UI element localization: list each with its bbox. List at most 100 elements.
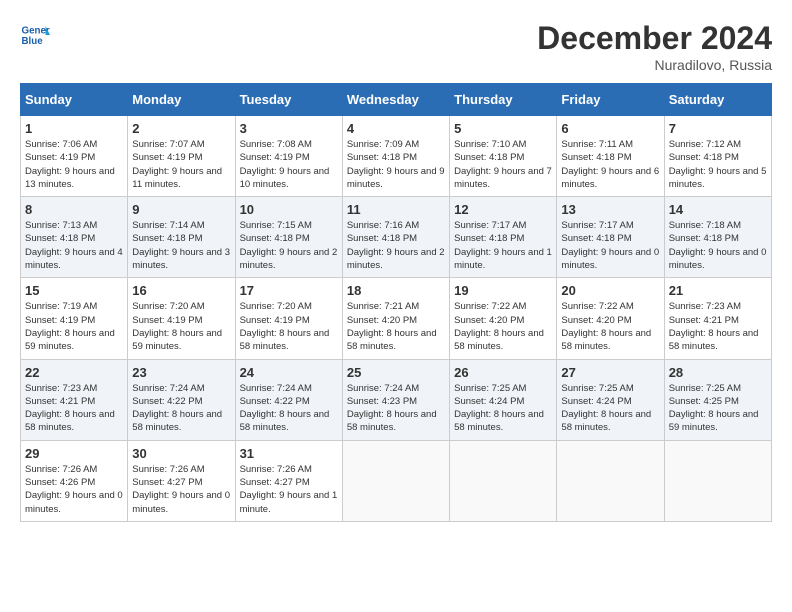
day-number: 19 [454, 283, 552, 298]
day-info: Sunrise: 7:24 AMSunset: 4:22 PMDaylight:… [132, 382, 230, 435]
logo: General Blue [20, 20, 54, 50]
logo-icon: General Blue [20, 20, 50, 50]
day-of-week-header: Friday [557, 84, 664, 116]
day-info: Sunrise: 7:10 AMSunset: 4:18 PMDaylight:… [454, 138, 552, 191]
calendar-week-row: 22 Sunrise: 7:23 AMSunset: 4:21 PMDayligh… [21, 359, 772, 440]
day-number: 31 [240, 446, 338, 461]
day-number: 20 [561, 283, 659, 298]
calendar-cell: 14 Sunrise: 7:18 AMSunset: 4:18 PMDayligh… [664, 197, 771, 278]
day-info: Sunrise: 7:16 AMSunset: 4:18 PMDaylight:… [347, 219, 445, 272]
calendar-cell: 22 Sunrise: 7:23 AMSunset: 4:21 PMDayligh… [21, 359, 128, 440]
day-number: 7 [669, 121, 767, 136]
day-number: 8 [25, 202, 123, 217]
day-number: 15 [25, 283, 123, 298]
day-info: Sunrise: 7:26 AMSunset: 4:26 PMDaylight:… [25, 463, 123, 516]
day-number: 10 [240, 202, 338, 217]
day-of-week-header: Thursday [450, 84, 557, 116]
calendar-cell: 10 Sunrise: 7:15 AMSunset: 4:18 PMDayligh… [235, 197, 342, 278]
calendar-week-row: 8Sunrise: 7:13 AMSunset: 4:18 PMDaylight… [21, 197, 772, 278]
calendar-cell: 27Sunrise: 7:25 AMSunset: 4:24 PMDayligh… [557, 359, 664, 440]
calendar-week-row: 15 Sunrise: 7:19 AMSunset: 4:19 PMDayligh… [21, 278, 772, 359]
day-number: 26 [454, 365, 552, 380]
calendar-cell: 28Sunrise: 7:25 AMSunset: 4:25 PMDayligh… [664, 359, 771, 440]
day-number: 6 [561, 121, 659, 136]
calendar-cell: 23Sunrise: 7:24 AMSunset: 4:22 PMDayligh… [128, 359, 235, 440]
calendar-cell [342, 440, 449, 521]
day-info: Sunrise: 7:17 AMSunset: 4:18 PMDaylight:… [561, 219, 659, 272]
calendar-cell: 11Sunrise: 7:16 AMSunset: 4:18 PMDayligh… [342, 197, 449, 278]
calendar-cell: 15 Sunrise: 7:19 AMSunset: 4:19 PMDayligh… [21, 278, 128, 359]
day-number: 5 [454, 121, 552, 136]
day-number: 18 [347, 283, 445, 298]
calendar-cell: 1 Sunrise: 7:06 AMSunset: 4:19 PMDaylight… [21, 116, 128, 197]
day-number: 4 [347, 121, 445, 136]
day-of-week-header: Sunday [21, 84, 128, 116]
calendar-cell: 19 Sunrise: 7:22 AMSunset: 4:20 PMDayligh… [450, 278, 557, 359]
day-info: Sunrise: 7:17 AMSunset: 4:18 PMDaylight:… [454, 219, 552, 272]
day-info: Sunrise: 7:24 AMSunset: 4:22 PMDaylight:… [240, 382, 338, 435]
day-number: 14 [669, 202, 767, 217]
day-info: Sunrise: 7:18 AMSunset: 4:18 PMDaylight:… [669, 219, 767, 272]
day-number: 3 [240, 121, 338, 136]
month-title: December 2024 [537, 20, 772, 57]
calendar-cell: 21Sunrise: 7:23 AMSunset: 4:21 PMDayligh… [664, 278, 771, 359]
day-info: Sunrise: 7:26 AMSunset: 4:27 PMDaylight:… [240, 463, 338, 516]
calendar-table: SundayMondayTuesdayWednesdayThursdayFrid… [20, 83, 772, 522]
calendar-cell: 20 Sunrise: 7:22 AMSunset: 4:20 PMDayligh… [557, 278, 664, 359]
calendar-week-row: 1 Sunrise: 7:06 AMSunset: 4:19 PMDaylight… [21, 116, 772, 197]
day-info: Sunrise: 7:14 AMSunset: 4:18 PMDaylight:… [132, 219, 230, 272]
day-of-week-header: Saturday [664, 84, 771, 116]
day-number: 28 [669, 365, 767, 380]
day-of-week-header: Monday [128, 84, 235, 116]
day-number: 1 [25, 121, 123, 136]
calendar-cell: 17Sunrise: 7:20 AMSunset: 4:19 PMDayligh… [235, 278, 342, 359]
day-info: Sunrise: 7:20 AMSunset: 4:19 PMDaylight:… [240, 300, 338, 353]
day-number: 29 [25, 446, 123, 461]
calendar-body: 1 Sunrise: 7:06 AMSunset: 4:19 PMDaylight… [21, 116, 772, 522]
calendar-cell: 5 Sunrise: 7:10 AMSunset: 4:18 PMDaylight… [450, 116, 557, 197]
day-info: Sunrise: 7:11 AMSunset: 4:18 PMDaylight:… [561, 138, 659, 191]
day-number: 25 [347, 365, 445, 380]
day-info: Sunrise: 7:19 AMSunset: 4:19 PMDaylight:… [25, 300, 123, 353]
calendar-week-row: 29 Sunrise: 7:26 AMSunset: 4:26 PMDayligh… [21, 440, 772, 521]
calendar-cell: 29 Sunrise: 7:26 AMSunset: 4:26 PMDayligh… [21, 440, 128, 521]
day-info: Sunrise: 7:20 AMSunset: 4:19 PMDaylight:… [132, 300, 230, 353]
day-info: Sunrise: 7:24 AMSunset: 4:23 PMDaylight:… [347, 382, 445, 435]
calendar-cell: 16Sunrise: 7:20 AMSunset: 4:19 PMDayligh… [128, 278, 235, 359]
calendar-cell: 9 Sunrise: 7:14 AMSunset: 4:18 PMDaylight… [128, 197, 235, 278]
day-of-week-header: Tuesday [235, 84, 342, 116]
location: Nuradilovo, Russia [537, 57, 772, 73]
calendar-cell: 24 Sunrise: 7:24 AMSunset: 4:22 PMDayligh… [235, 359, 342, 440]
day-info: Sunrise: 7:22 AMSunset: 4:20 PMDaylight:… [561, 300, 659, 353]
day-of-week-header: Wednesday [342, 84, 449, 116]
calendar-cell: 12 Sunrise: 7:17 AMSunset: 4:18 PMDayligh… [450, 197, 557, 278]
calendar-cell: 30Sunrise: 7:26 AMSunset: 4:27 PMDayligh… [128, 440, 235, 521]
calendar-cell [557, 440, 664, 521]
day-number: 22 [25, 365, 123, 380]
calendar-cell: 31 Sunrise: 7:26 AMSunset: 4:27 PMDayligh… [235, 440, 342, 521]
calendar-cell: 8Sunrise: 7:13 AMSunset: 4:18 PMDaylight… [21, 197, 128, 278]
day-info: Sunrise: 7:08 AMSunset: 4:19 PMDaylight:… [240, 138, 338, 191]
day-number: 9 [132, 202, 230, 217]
calendar-cell: 18Sunrise: 7:21 AMSunset: 4:20 PMDayligh… [342, 278, 449, 359]
calendar-cell: 6 Sunrise: 7:11 AMSunset: 4:18 PMDaylight… [557, 116, 664, 197]
day-number: 12 [454, 202, 552, 217]
calendar-cell: 26 Sunrise: 7:25 AMSunset: 4:24 PMDayligh… [450, 359, 557, 440]
calendar-cell: 13 Sunrise: 7:17 AMSunset: 4:18 PMDayligh… [557, 197, 664, 278]
day-info: Sunrise: 7:09 AMSunset: 4:18 PMDaylight:… [347, 138, 445, 191]
day-info: Sunrise: 7:23 AMSunset: 4:21 PMDaylight:… [669, 300, 767, 353]
day-number: 13 [561, 202, 659, 217]
day-info: Sunrise: 7:23 AMSunset: 4:21 PMDaylight:… [25, 382, 123, 435]
day-number: 2 [132, 121, 230, 136]
title-block: December 2024 Nuradilovo, Russia [537, 20, 772, 73]
day-info: Sunrise: 7:15 AMSunset: 4:18 PMDaylight:… [240, 219, 338, 272]
calendar-cell: 3 Sunrise: 7:08 AMSunset: 4:19 PMDaylight… [235, 116, 342, 197]
day-info: Sunrise: 7:22 AMSunset: 4:20 PMDaylight:… [454, 300, 552, 353]
day-info: Sunrise: 7:06 AMSunset: 4:19 PMDaylight:… [25, 138, 123, 191]
calendar-header: SundayMondayTuesdayWednesdayThursdayFrid… [21, 84, 772, 116]
day-number: 24 [240, 365, 338, 380]
calendar-cell: 25 Sunrise: 7:24 AMSunset: 4:23 PMDayligh… [342, 359, 449, 440]
svg-text:Blue: Blue [22, 36, 44, 47]
day-info: Sunrise: 7:25 AMSunset: 4:24 PMDaylight:… [454, 382, 552, 435]
day-info: Sunrise: 7:12 AMSunset: 4:18 PMDaylight:… [669, 138, 767, 191]
